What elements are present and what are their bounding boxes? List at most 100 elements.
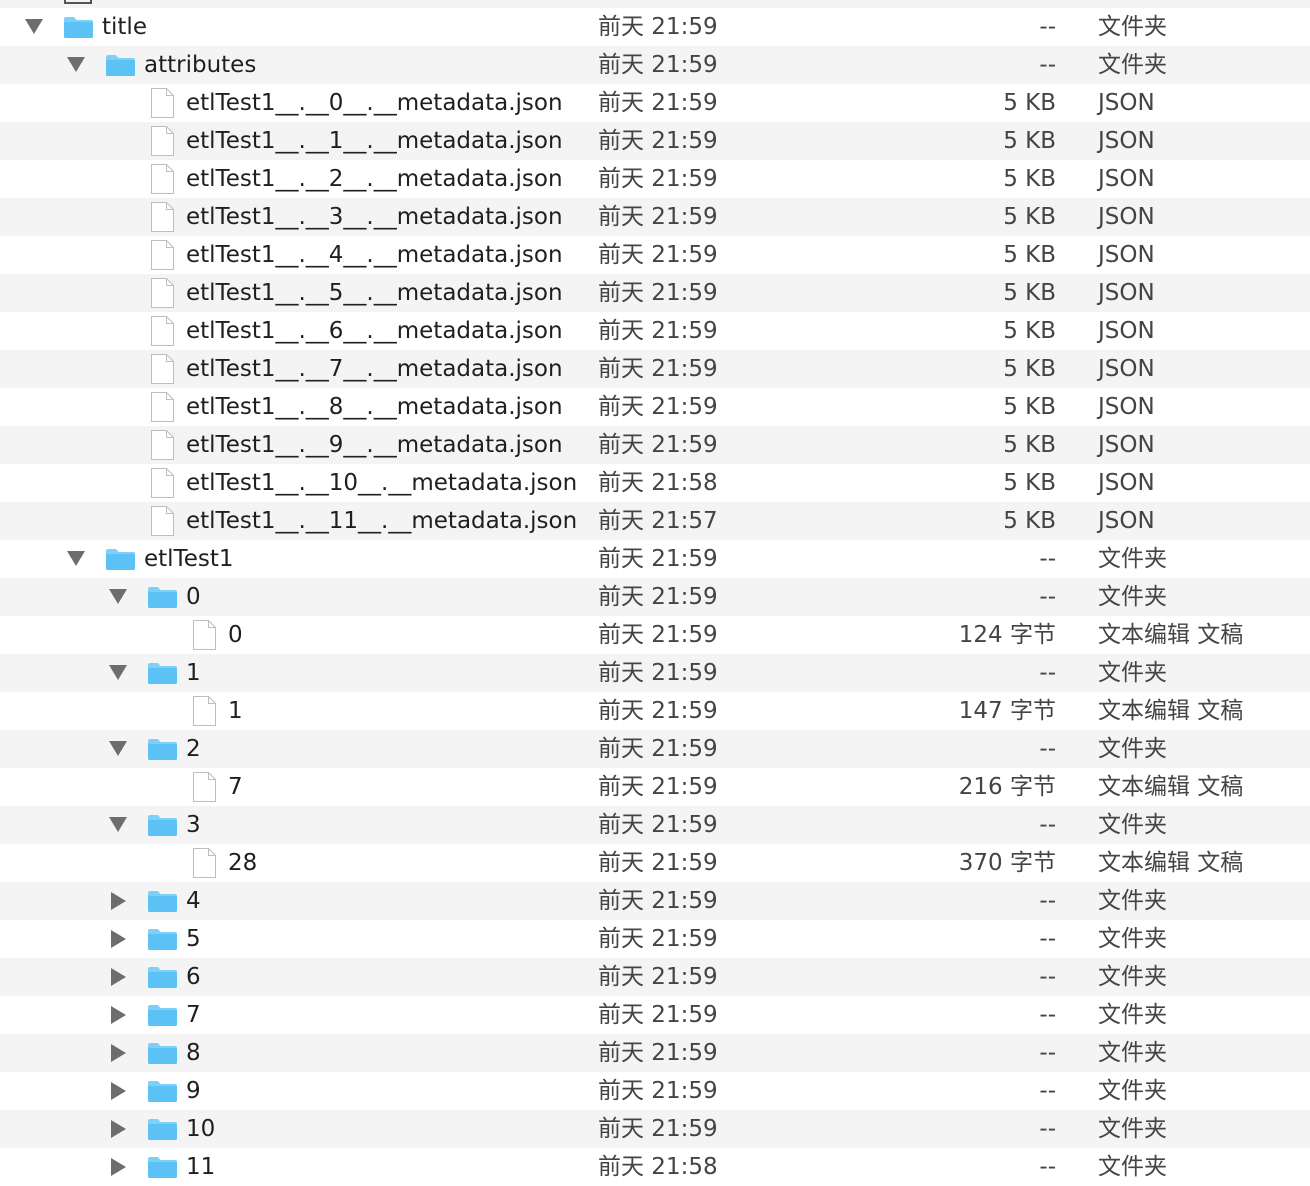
date-modified: 前天 21:59 bbox=[598, 774, 718, 800]
file-row[interactable]: etlTest1__.__5__.__metadata.json 前天 21:59… bbox=[0, 274, 1310, 312]
folder-icon bbox=[147, 1156, 178, 1179]
file-size: -- bbox=[1039, 1040, 1056, 1066]
file-row[interactable]: etlTest1__.__10__.__metadata.json 前天 21:5… bbox=[0, 464, 1310, 502]
file-size: -- bbox=[1039, 964, 1056, 990]
file-row[interactable]: etlTest1__.__6__.__metadata.json 前天 21:59… bbox=[0, 312, 1310, 350]
folder-row[interactable]: 5 前天 21:59 -- 文件夹 bbox=[0, 920, 1310, 958]
item-name: etlTest1__.__8__.__metadata.json bbox=[186, 394, 563, 420]
file-size: 5 KB bbox=[1003, 470, 1056, 496]
file-kind: 文件夹 bbox=[1098, 546, 1167, 572]
date-modified: 前天 21:59 bbox=[598, 1116, 718, 1142]
file-row[interactable]: etlTest1__.__11__.__metadata.json 前天 21:5… bbox=[0, 502, 1310, 540]
item-name: 8 bbox=[186, 1040, 201, 1066]
file-list: title 前天 21:59 -- 文件夹 attributes 前天 21:59 -- 文件… bbox=[0, 8, 1310, 1186]
file-size: 5 KB bbox=[1003, 166, 1056, 192]
disclosure-collapsed-icon[interactable] bbox=[111, 968, 126, 986]
file-row[interactable]: etlTest1__.__7__.__metadata.json 前天 21:59… bbox=[0, 350, 1310, 388]
file-kind: 文件夹 bbox=[1098, 584, 1167, 610]
item-name: title bbox=[102, 14, 147, 40]
file-size: 5 KB bbox=[1003, 204, 1056, 230]
file-row[interactable]: etlTest1__.__9__.__metadata.json 前天 21:59… bbox=[0, 426, 1310, 464]
file-kind: JSON bbox=[1098, 166, 1155, 192]
item-name: etlTest1__.__9__.__metadata.json bbox=[186, 432, 563, 458]
item-name: 1 bbox=[186, 660, 201, 686]
folder-row[interactable]: 0 前天 21:59 -- 文件夹 bbox=[0, 578, 1310, 616]
date-modified: 前天 21:59 bbox=[598, 1002, 718, 1028]
file-kind: 文件夹 bbox=[1098, 888, 1167, 914]
file-row[interactable]: 0 前天 21:59 124 字节 文本编辑 文稿 bbox=[0, 616, 1310, 654]
file-size: 370 字节 bbox=[958, 850, 1056, 876]
folder-row[interactable]: 9 前天 21:59 -- 文件夹 bbox=[0, 1072, 1310, 1110]
file-row[interactable]: etlTest1__.__0__.__metadata.json 前天 21:59… bbox=[0, 84, 1310, 122]
disclosure-collapsed-icon[interactable] bbox=[111, 1044, 126, 1062]
item-name: etlTest1 bbox=[144, 546, 234, 572]
file-row[interactable]: etlTest1__.__4__.__metadata.json 前天 21:59… bbox=[0, 236, 1310, 274]
disclosure-expanded-icon[interactable] bbox=[109, 665, 127, 680]
disclosure-expanded-icon[interactable] bbox=[109, 817, 127, 832]
file-row[interactable]: etlTest1__.__3__.__metadata.json 前天 21:59… bbox=[0, 198, 1310, 236]
disclosure-expanded-icon[interactable] bbox=[109, 589, 127, 604]
file-kind: JSON bbox=[1098, 280, 1155, 306]
folder-row[interactable]: attributes 前天 21:59 -- 文件夹 bbox=[0, 46, 1310, 84]
file-kind: 文件夹 bbox=[1098, 52, 1167, 78]
file-size: -- bbox=[1039, 736, 1056, 762]
file-kind: 文本编辑 文稿 bbox=[1098, 774, 1244, 800]
file-kind: JSON bbox=[1098, 318, 1155, 344]
document-icon bbox=[150, 201, 175, 233]
date-modified: 前天 21:59 bbox=[598, 622, 718, 648]
folder-row[interactable]: 3 前天 21:59 -- 文件夹 bbox=[0, 806, 1310, 844]
file-kind: 文件夹 bbox=[1098, 1154, 1167, 1180]
file-row[interactable]: etlTest1__.__8__.__metadata.json 前天 21:59… bbox=[0, 388, 1310, 426]
file-row[interactable]: 1 前天 21:59 147 字节 文本编辑 文稿 bbox=[0, 692, 1310, 730]
item-name: etlTest1__.__3__.__metadata.json bbox=[186, 204, 563, 230]
date-modified: 前天 21:59 bbox=[598, 356, 718, 382]
disclosure-collapsed-icon[interactable] bbox=[111, 1006, 126, 1024]
file-kind: 文本编辑 文稿 bbox=[1098, 622, 1244, 648]
file-row[interactable]: etlTest1__.__1__.__metadata.json 前天 21:59… bbox=[0, 122, 1310, 160]
folder-row[interactable]: title 前天 21:59 -- 文件夹 bbox=[0, 8, 1310, 46]
folder-row[interactable]: etlTest1 前天 21:59 -- 文件夹 bbox=[0, 540, 1310, 578]
disclosure-collapsed-icon[interactable] bbox=[111, 930, 126, 948]
file-size: -- bbox=[1039, 584, 1056, 610]
item-name: 5 bbox=[186, 926, 201, 952]
file-kind: 文本编辑 文稿 bbox=[1098, 850, 1244, 876]
folder-row[interactable]: 4 前天 21:59 -- 文件夹 bbox=[0, 882, 1310, 920]
folder-row[interactable]: 1 前天 21:59 -- 文件夹 bbox=[0, 654, 1310, 692]
document-icon bbox=[150, 391, 175, 423]
disclosure-collapsed-icon[interactable] bbox=[111, 1082, 126, 1100]
date-modified: 前天 21:59 bbox=[598, 812, 718, 838]
date-modified: 前天 21:59 bbox=[598, 166, 718, 192]
folder-row[interactable]: 2 前天 21:59 -- 文件夹 bbox=[0, 730, 1310, 768]
file-size: 5 KB bbox=[1003, 394, 1056, 420]
file-kind: 文本编辑 文稿 bbox=[1098, 698, 1244, 724]
disclosure-expanded-icon[interactable] bbox=[109, 741, 127, 756]
disclosure-expanded-icon[interactable] bbox=[67, 57, 85, 72]
file-kind: 文件夹 bbox=[1098, 1116, 1167, 1142]
folder-icon bbox=[105, 54, 136, 77]
folder-row[interactable]: 10 前天 21:59 -- 文件夹 bbox=[0, 1110, 1310, 1148]
disclosure-collapsed-icon[interactable] bbox=[111, 1120, 126, 1138]
disclosure-expanded-icon[interactable] bbox=[25, 19, 43, 34]
document-icon bbox=[192, 619, 217, 651]
file-row[interactable]: etlTest1__.__2__.__metadata.json 前天 21:59… bbox=[0, 160, 1310, 198]
file-kind: 文件夹 bbox=[1098, 1040, 1167, 1066]
date-modified: 前天 21:59 bbox=[598, 432, 718, 458]
folder-row[interactable]: 11 前天 21:58 -- 文件夹 bbox=[0, 1148, 1310, 1186]
folder-row[interactable]: 6 前天 21:59 -- 文件夹 bbox=[0, 958, 1310, 996]
clipped-row-above bbox=[0, 0, 1310, 8]
file-size: 5 KB bbox=[1003, 318, 1056, 344]
folder-icon bbox=[147, 1118, 178, 1141]
date-modified: 前天 21:58 bbox=[598, 1154, 718, 1180]
document-icon bbox=[150, 163, 175, 195]
item-name: etlTest1__.__2__.__metadata.json bbox=[186, 166, 563, 192]
item-name: etlTest1__.__4__.__metadata.json bbox=[186, 242, 563, 268]
disclosure-collapsed-icon[interactable] bbox=[111, 1158, 126, 1176]
folder-row[interactable]: 8 前天 21:59 -- 文件夹 bbox=[0, 1034, 1310, 1072]
date-modified: 前天 21:59 bbox=[598, 90, 718, 116]
disclosure-expanded-icon[interactable] bbox=[67, 551, 85, 566]
disclosure-collapsed-icon[interactable] bbox=[111, 892, 126, 910]
file-size: 5 KB bbox=[1003, 242, 1056, 268]
file-row[interactable]: 28 前天 21:59 370 字节 文本编辑 文稿 bbox=[0, 844, 1310, 882]
file-row[interactable]: 7 前天 21:59 216 字节 文本编辑 文稿 bbox=[0, 768, 1310, 806]
folder-row[interactable]: 7 前天 21:59 -- 文件夹 bbox=[0, 996, 1310, 1034]
